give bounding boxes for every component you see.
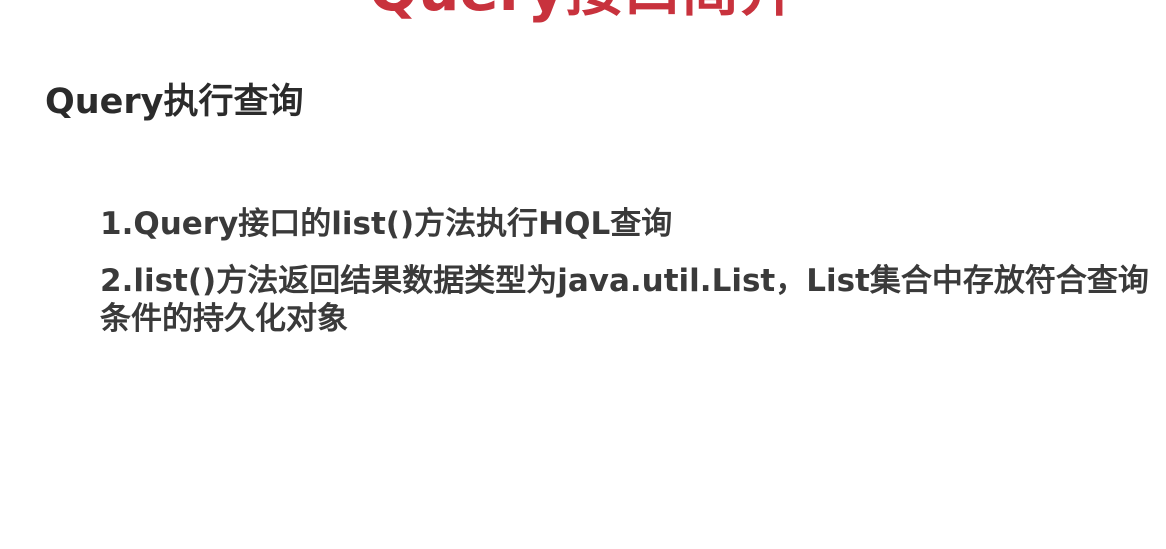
bullet-point-1: 1.Query接口的list()方法执行HQL查询 <box>100 206 673 242</box>
slide-title: Query接口简介 <box>0 0 1166 24</box>
bullet-point-2: 2.list()方法返回结果数据类型为java.util.List，List集合… <box>100 263 1149 337</box>
section-heading: Query执行查询 <box>45 82 304 122</box>
bullet-list: 1.Query接口的list()方法执行HQL查询 2.list()方法返回结果… <box>100 205 1160 357</box>
slide: Query接口简介 Query执行查询 1.Query接口的list()方法执行… <box>0 0 1166 549</box>
